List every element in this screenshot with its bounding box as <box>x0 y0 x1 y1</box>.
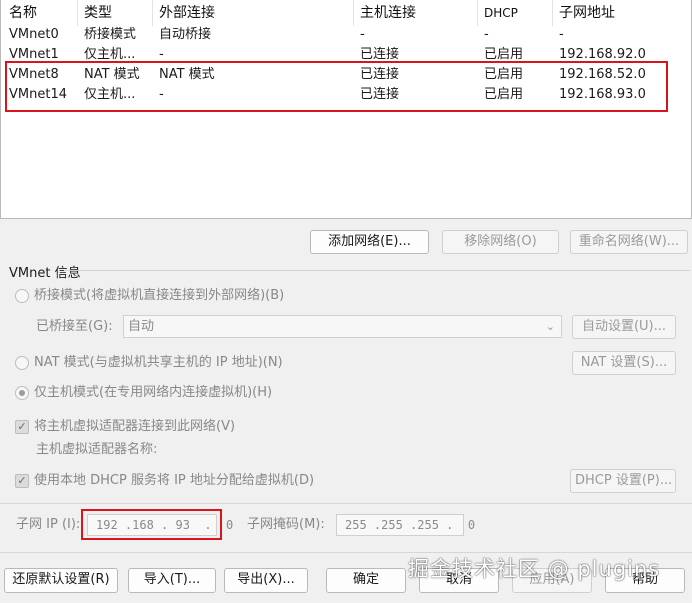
dhcp-settings-button[interactable]: DHCP 设置(P)... <box>570 469 676 493</box>
column-header-host[interactable]: 主机连接 <box>360 0 416 26</box>
column-header-name[interactable]: 名称 <box>9 0 37 26</box>
divider <box>0 503 692 504</box>
remove-network-button[interactable]: 移除网络(O) <box>442 230 559 254</box>
table-row[interactable]: VMnet0 桥接模式 自动桥接 - - - <box>1 25 691 45</box>
add-network-button[interactable]: 添加网络(E)... <box>310 230 429 254</box>
cell-name: VMnet0 <box>9 27 59 42</box>
cell-subnet: - <box>559 27 564 42</box>
column-header-external[interactable]: 外部连接 <box>159 0 215 26</box>
column-header-type[interactable]: 类型 <box>84 0 112 26</box>
auto-settings-button[interactable]: 自动设置(U)... <box>572 315 676 339</box>
watermark-text: 掘金技术社区 @ plugins <box>408 557 661 581</box>
adapter-name-label: 主机虚拟适配器名称: <box>36 442 158 457</box>
column-header-subnet[interactable]: 子网地址 <box>559 0 615 26</box>
bridged-mode-radio[interactable] <box>15 289 29 303</box>
rename-network-button[interactable]: 重命名网络(W)... <box>570 230 688 254</box>
dhcp-checkbox[interactable]: ✓ <box>15 474 29 488</box>
annotation-highlight-box <box>5 61 668 112</box>
cell-dhcp: - <box>484 27 489 42</box>
host-only-mode-label[interactable]: 仅主机模式(在专用网络内连接虚拟机)(H) <box>34 384 272 402</box>
nat-mode-label[interactable]: NAT 模式(与虚拟机共享主机的 IP 地址)(N) <box>34 354 283 372</box>
cell-external: 自动桥接 <box>159 27 212 42</box>
chevron-down-icon: ⌄ <box>545 320 555 333</box>
checkmark-icon: ✓ <box>17 474 27 487</box>
bridged-to-value: 自动 <box>128 319 155 334</box>
restore-defaults-button[interactable]: 还原默认设置(R) <box>4 568 118 593</box>
subnet-mask-input[interactable]: 255 .255 .255 . 0 <box>336 514 475 536</box>
checkmark-icon: ✓ <box>17 420 27 433</box>
table-header: 名称 类型 外部连接 主机连接 DHCP 子网地址 <box>1 0 691 26</box>
export-button[interactable]: 导出(X)... <box>224 568 308 593</box>
bridged-to-label: 已桥接至(G): <box>36 319 113 334</box>
subnet-ip-label: 子网 IP (I): <box>16 517 81 532</box>
vmnet-info-title: VMnet 信息 <box>9 266 81 281</box>
host-only-mode-radio[interactable] <box>15 386 29 400</box>
annotation-highlight-box <box>81 509 222 540</box>
nat-mode-radio[interactable] <box>15 356 29 370</box>
subnet-mask-label: 子网掩码(M): <box>247 517 325 532</box>
virtual-network-table[interactable]: 名称 类型 外部连接 主机连接 DHCP 子网地址 VMnet0 桥接模式 自动… <box>0 0 692 219</box>
cell-type: 桥接模式 <box>84 27 137 42</box>
dhcp-label[interactable]: 使用本地 DHCP 服务将 IP 地址分配给虚拟机(D) <box>34 472 314 490</box>
connect-adapter-checkbox[interactable]: ✓ <box>15 420 29 434</box>
connect-adapter-label[interactable]: 将主机虚拟适配器连接到此网络(V) <box>34 418 235 436</box>
cell-host: - <box>360 27 365 42</box>
ok-button[interactable]: 确定 <box>326 568 406 593</box>
column-header-dhcp[interactable]: DHCP <box>484 0 518 26</box>
nat-settings-button[interactable]: NAT 设置(S)... <box>572 351 676 375</box>
import-button[interactable]: 导入(T)... <box>128 568 216 593</box>
bridged-to-select[interactable]: 自动 ⌄ <box>123 315 562 338</box>
bridged-mode-label[interactable]: 桥接模式(将虚拟机直接连接到外部网络)(B) <box>34 287 284 305</box>
group-divider <box>64 270 690 271</box>
